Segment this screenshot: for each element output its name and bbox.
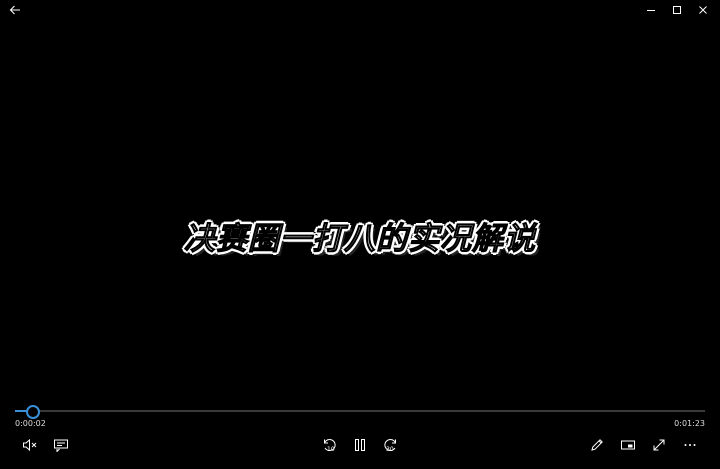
pause-icon (355, 439, 365, 451)
skip-forward-seconds: 30 (386, 446, 394, 453)
pause-button[interactable] (349, 434, 371, 456)
more-options-icon (684, 444, 696, 446)
skip-forward-button[interactable]: 30 (380, 434, 402, 456)
volume-button[interactable] (19, 434, 41, 456)
close-button[interactable] (693, 0, 713, 20)
total-time: 0:01:23 (674, 419, 705, 428)
maximize-icon (673, 6, 681, 14)
fullscreen-button[interactable] (648, 434, 670, 456)
video-surface[interactable] (0, 20, 720, 400)
minimize-icon (647, 10, 655, 11)
maximize-button[interactable] (667, 0, 687, 20)
back-button[interactable] (6, 0, 24, 20)
seek-bar[interactable] (15, 404, 705, 419)
current-time: 0:00:02 (15, 419, 46, 428)
skip-back-button[interactable]: 10 (318, 434, 340, 456)
close-icon (699, 6, 707, 14)
more-options-button[interactable] (679, 434, 701, 456)
minimize-button[interactable] (641, 0, 661, 20)
edit-button[interactable] (586, 434, 608, 456)
volume-muted-icon (23, 438, 37, 452)
subtitles-button[interactable] (50, 434, 72, 456)
pencil-icon (591, 439, 603, 451)
fullscreen-icon (653, 439, 665, 451)
seek-track (15, 410, 705, 412)
video-caption: 决赛圈一打八的实况解说 (184, 221, 536, 258)
subtitles-icon (54, 439, 68, 452)
skip-back-seconds: 10 (327, 446, 335, 453)
title-bar (0, 0, 720, 20)
seek-thumb[interactable] (25, 405, 40, 419)
mini-view-button[interactable] (617, 434, 639, 456)
mini-view-icon (621, 440, 635, 450)
back-arrow-icon (9, 5, 20, 15)
